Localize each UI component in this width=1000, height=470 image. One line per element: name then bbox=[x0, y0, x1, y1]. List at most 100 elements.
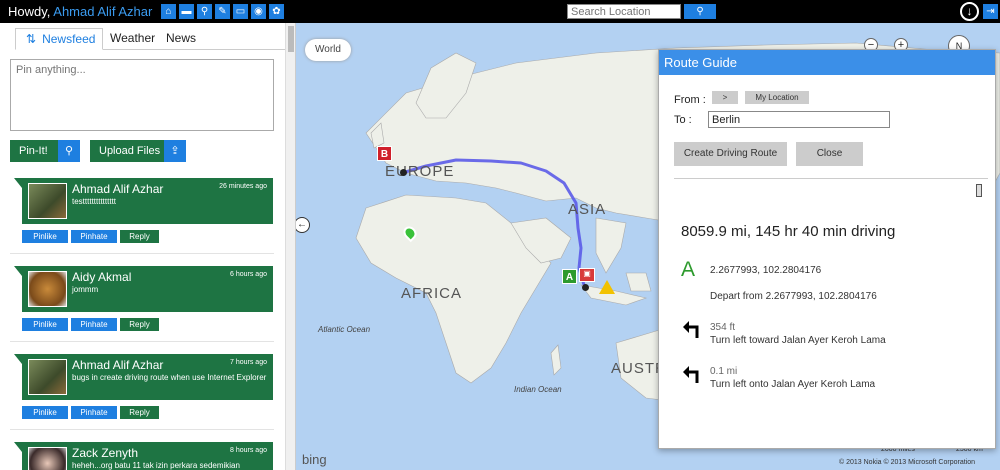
route-guide-title: Route Guide bbox=[659, 50, 995, 75]
pin-it-label: Pin-It! bbox=[19, 145, 48, 157]
location-pin-icon: ⚲ bbox=[58, 140, 80, 162]
pinlike-button[interactable]: Pinlike bbox=[22, 230, 68, 243]
post-card: Ahmad Alif Azhar 26 minutes ago testtttt… bbox=[14, 178, 273, 224]
post-card: Aidy Akmal 6 hours ago jommm bbox=[14, 266, 273, 312]
warning-icon[interactable] bbox=[599, 280, 615, 294]
map-label-europe: EUROPE bbox=[385, 163, 455, 180]
pinlike-button[interactable]: Pinlike bbox=[22, 318, 68, 331]
destination-input[interactable] bbox=[708, 111, 890, 128]
madagascar-landmass bbox=[550, 344, 562, 376]
from-arrow-button[interactable]: > bbox=[712, 91, 738, 104]
card-icon[interactable]: ▭ bbox=[233, 4, 248, 19]
reply-button[interactable]: Reply bbox=[120, 406, 159, 419]
tab-weather[interactable]: Weather bbox=[110, 28, 155, 50]
map-label-atlantic: Atlantic Ocean bbox=[318, 325, 371, 334]
pinlike-button[interactable]: Pinlike bbox=[22, 406, 68, 419]
post-pointer bbox=[14, 442, 22, 452]
start-coordinates: 2.2677993, 102.2804176 bbox=[710, 265, 822, 276]
search-icon[interactable]: ⚲ bbox=[197, 4, 212, 19]
india-landmass bbox=[595, 217, 627, 274]
username-link[interactable]: Ahmad Alif Azhar bbox=[53, 4, 152, 19]
pinhate-button[interactable]: Pinhate bbox=[71, 406, 117, 419]
panel-scrollbar[interactable] bbox=[976, 184, 982, 197]
post-card: Ahmad Alif Azhar 7 hours ago bugs in cre… bbox=[14, 354, 273, 400]
car-icon[interactable]: ◉ bbox=[251, 4, 266, 19]
marker-a[interactable]: A bbox=[562, 269, 577, 284]
post-time: 26 minutes ago bbox=[219, 183, 267, 190]
exit-icon[interactable]: ⇥ bbox=[983, 4, 998, 19]
upload-label: Upload Files bbox=[99, 145, 161, 157]
post-author[interactable]: Zack Zenyth bbox=[72, 446, 138, 460]
pin-it-button[interactable]: Pin-It! ⚲ bbox=[10, 140, 80, 162]
upload-icon: ⇪ bbox=[164, 140, 186, 162]
step-instruction: Turn left toward Jalan Ayer Keroh Lama bbox=[710, 335, 886, 346]
divider bbox=[10, 253, 274, 254]
greeting: Howdy, Ahmad Alif Azhar bbox=[8, 4, 152, 19]
tab-newsfeed[interactable]: ⇅ Newsfeed bbox=[15, 28, 103, 50]
sidebar: ⇅ Newsfeed Weather News Pin-It! ⚲ Upload F… bbox=[0, 23, 296, 470]
route-start-dot bbox=[582, 284, 589, 291]
reply-button[interactable]: Reply bbox=[120, 230, 159, 243]
to-label: To : bbox=[674, 114, 692, 126]
marker-b[interactable]: B bbox=[377, 146, 392, 161]
divider bbox=[10, 429, 274, 430]
start-letter: A bbox=[681, 258, 696, 281]
home-icon[interactable]: ⌂ bbox=[161, 4, 176, 19]
route-end-dot bbox=[400, 169, 407, 176]
tab-label: Newsfeed bbox=[42, 32, 96, 46]
post-body: bugs in create driving route when use In… bbox=[72, 373, 267, 382]
pinhate-button[interactable]: Pinhate bbox=[71, 230, 117, 243]
route-summary: 8059.9 mi, 145 hr 40 min driving bbox=[681, 223, 896, 240]
upload-files-button[interactable]: Upload Files ⇪ bbox=[90, 140, 186, 162]
post-pointer bbox=[14, 178, 22, 188]
search-button[interactable]: ⚲ bbox=[684, 4, 716, 19]
post-actions: Pinlike Pinhate Reply bbox=[22, 406, 159, 419]
post-author[interactable]: Ahmad Alif Azhar bbox=[72, 182, 163, 196]
post-time: 6 hours ago bbox=[230, 271, 267, 278]
pin-input[interactable] bbox=[10, 59, 274, 131]
car-marker-icon[interactable]: ▣ bbox=[579, 268, 595, 282]
map-copyright: © 2013 Nokia © 2013 Microsoft Corporatio… bbox=[839, 459, 975, 466]
tools-icon[interactable]: ✎ bbox=[215, 4, 230, 19]
post-body: jommm bbox=[72, 285, 99, 294]
greeting-text: Howdy, bbox=[8, 4, 54, 19]
post-actions: Pinlike Pinhate Reply bbox=[22, 230, 159, 243]
step-distance: 0.1 mi bbox=[710, 366, 738, 377]
post-time: 8 hours ago bbox=[230, 447, 267, 454]
search-location-input[interactable] bbox=[567, 4, 681, 19]
tab-news[interactable]: News bbox=[166, 28, 196, 50]
my-location-button[interactable]: My Location bbox=[745, 91, 809, 104]
turn-left-icon bbox=[683, 366, 699, 383]
avatar bbox=[28, 359, 67, 395]
turn-left-icon bbox=[683, 321, 699, 338]
create-driving-route-button[interactable]: Create Driving Route bbox=[674, 142, 787, 166]
step-distance: 354 ft bbox=[710, 322, 736, 333]
route-guide-panel: Route Guide From : > My Location To : Cr… bbox=[658, 49, 996, 449]
post-author[interactable]: Aidy Akmal bbox=[72, 270, 131, 284]
chat-icon[interactable]: ▬ bbox=[179, 4, 194, 19]
download-icon[interactable]: ↓ bbox=[960, 2, 979, 21]
scrollbar-thumb[interactable] bbox=[288, 26, 294, 52]
pinhate-button[interactable]: Pinhate bbox=[71, 318, 117, 331]
map-label-indian: Indian Ocean bbox=[514, 385, 562, 394]
sidebar-scrollbar[interactable] bbox=[285, 23, 295, 470]
post-time: 7 hours ago bbox=[230, 359, 267, 366]
world-button[interactable]: World bbox=[305, 39, 351, 61]
step-instruction: Turn left onto Jalan Ayer Keroh Lama bbox=[710, 379, 876, 390]
avatar bbox=[28, 271, 67, 307]
divider bbox=[10, 341, 274, 342]
top-bar: Howdy, Ahmad Alif Azhar ⌂ ▬ ⚲ ✎ ▭ ◉ ✿ ⚲ … bbox=[0, 0, 1000, 23]
settings-icon[interactable]: ✿ bbox=[269, 4, 284, 19]
avatar bbox=[28, 183, 67, 219]
reply-button[interactable]: Reply bbox=[120, 318, 159, 331]
depart-text: Depart from 2.2677993, 102.2804176 bbox=[710, 291, 877, 302]
map-label-africa: AFRICA bbox=[401, 285, 463, 302]
avatar bbox=[28, 447, 67, 470]
from-label: From : bbox=[674, 94, 706, 106]
post-body: testtttttttttttttt bbox=[72, 197, 117, 206]
bing-logo: bing bbox=[302, 452, 327, 467]
borneo-landmass bbox=[625, 272, 652, 292]
close-button[interactable]: Close bbox=[796, 142, 863, 166]
search-icon: ⚲ bbox=[696, 6, 704, 17]
post-author[interactable]: Ahmad Alif Azhar bbox=[72, 358, 163, 372]
